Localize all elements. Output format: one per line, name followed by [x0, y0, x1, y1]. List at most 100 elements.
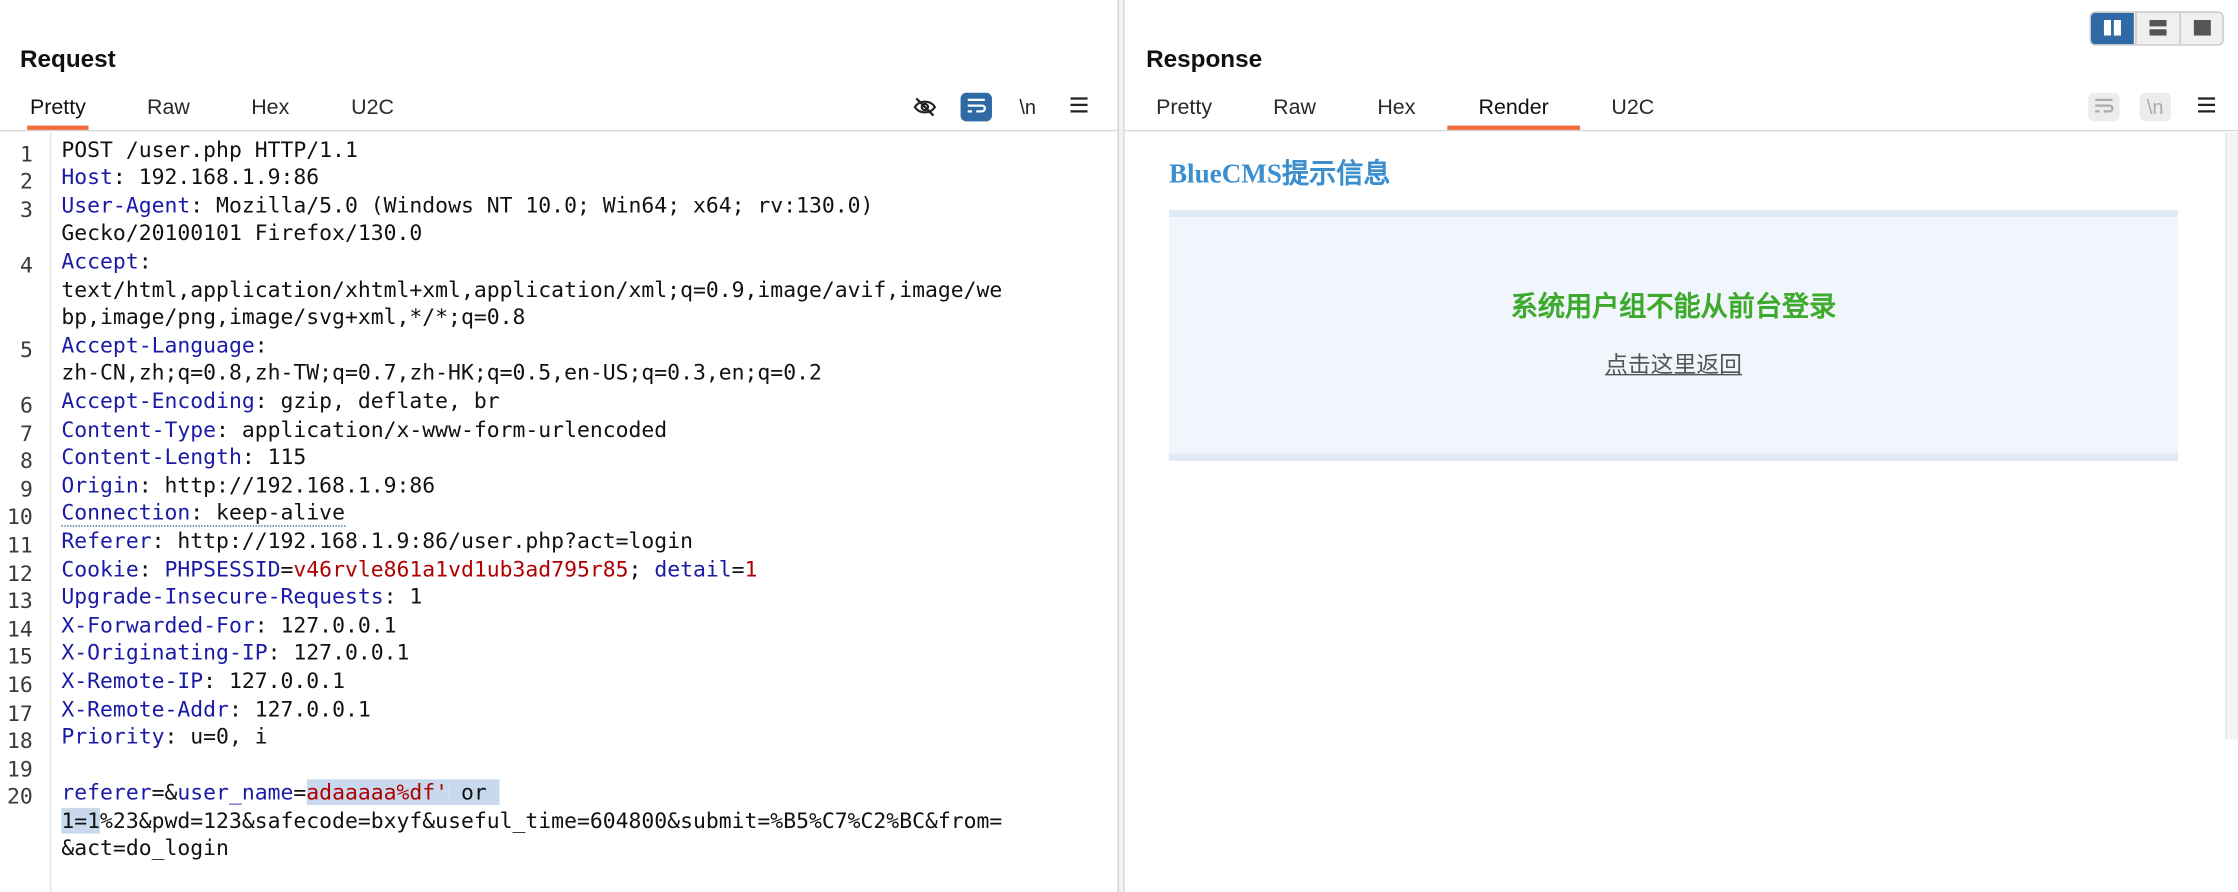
pane-divider[interactable] — [1117, 0, 1125, 892]
header-key: X-Remote-IP — [61, 667, 204, 694]
line-number: 4 — [19, 252, 33, 279]
header-value: : u=0, i — [164, 723, 268, 750]
request-line: Referer: http://192.168.1.9:86/user.php?… — [61, 528, 693, 556]
line-number: 11 — [7, 532, 33, 559]
header-key: Content-Length — [61, 443, 242, 470]
response-tab-hex[interactable]: Hex — [1374, 88, 1418, 129]
request-tabs: Pretty Raw Hex U2C \n — [0, 88, 1118, 132]
request-line: X-Remote-Addr: 127.0.0.1 — [61, 697, 370, 725]
header-key: Host — [61, 164, 113, 190]
cookie-eq: = — [731, 556, 745, 583]
header-key: Origin — [61, 472, 139, 499]
single-pane-icon[interactable] — [2179, 12, 2222, 45]
response-tab-pretty[interactable]: Pretty — [1153, 88, 1215, 129]
body-text: %23&pwd=123&safecode=bxyf&useful_time=60… — [100, 807, 1003, 834]
request-line-continuation: bp,image/png,image/svg+xml,*/*;q=0.8 — [61, 304, 526, 330]
cookie-value: v46rvle861a1vd1ub3ad795r85 — [293, 556, 629, 583]
header-key: Accept-Encoding — [61, 388, 255, 414]
request-line: Cookie: PHPSESSID=v46rvle861a1vd1ub3ad79… — [61, 557, 757, 585]
header-key: Content-Type — [61, 416, 217, 443]
cms-title: BlueCMS提示信息 — [1168, 159, 1391, 190]
request-line: Host: 192.168.1.9:86 — [61, 164, 319, 192]
request-pane: Request Pretty Raw Hex U2C \n 1 2 3 4 5 … — [0, 0, 1118, 892]
request-tab-hex[interactable]: Hex — [248, 88, 292, 129]
param-name: user_name — [177, 779, 294, 805]
request-line-text: POST /user.php HTTP/1.1 — [61, 137, 358, 163]
response-pane: Response Pretty Raw Hex Render U2C \n Bl… — [1124, 0, 2238, 892]
text-wrap-icon[interactable] — [2088, 92, 2120, 122]
line-number: 6 — [19, 392, 33, 419]
header-value: : gzip, deflate, br — [254, 388, 500, 414]
request-body-line: referer=&user_name=adaaaaa%df' or — [61, 779, 500, 807]
header-key: Accept — [61, 248, 139, 275]
request-line: X-Forwarded-For: 127.0.0.1 — [61, 612, 396, 640]
request-line-continuation: zh-CN,zh;q=0.8,zh-TW;q=0.7,zh-HK;q=0.5,e… — [61, 359, 822, 386]
request-tab-raw[interactable]: Raw — [144, 88, 193, 129]
line-number: 18 — [7, 727, 33, 754]
line-number: 9 — [19, 476, 33, 503]
response-tab-u2c[interactable]: U2C — [1609, 88, 1658, 129]
selected-payload: 1=1 — [61, 807, 101, 834]
selected-payload: adaaaaa%df' — [306, 779, 449, 805]
header-key: X-Originating-IP — [61, 639, 268, 666]
eye-off-icon[interactable] — [909, 93, 940, 122]
request-line: Content-Type: application/x-www-form-url… — [61, 417, 667, 445]
line-number: 19 — [7, 756, 33, 783]
response-title: Response — [1146, 45, 1263, 73]
cookie-value: 1 — [744, 556, 758, 583]
newline-icon[interactable]: \n — [1012, 93, 1043, 122]
line-number: 1 — [19, 141, 33, 167]
header-value: : 127.0.0.1 — [228, 696, 371, 723]
line-number-gutter: 1 2 3 4 5 6 7 8 9 10 11 12 13 14 15 16 1… — [0, 132, 52, 892]
header-key: Cookie — [61, 556, 139, 583]
header-key: Referer — [61, 528, 152, 554]
request-title: Request — [19, 45, 116, 73]
line-number: 12 — [7, 560, 33, 587]
request-line-continuation: text/html,application/xhtml+xml,applicat… — [61, 276, 1003, 303]
header-value: : 1 — [383, 583, 423, 610]
hamburger-menu-icon[interactable] — [1063, 93, 1094, 122]
header-value: : 115 — [241, 443, 307, 470]
line-number: 17 — [7, 700, 33, 727]
request-line: Content-Length: 115 — [61, 444, 306, 472]
cookie-eq: = — [280, 556, 294, 583]
newline-icon[interactable]: \n — [2139, 92, 2171, 122]
header-key: Accept-Language — [61, 332, 255, 359]
request-line: Priority: u=0, i — [61, 724, 267, 752]
line-number: 3 — [19, 196, 33, 223]
response-tab-render[interactable]: Render — [1447, 88, 1581, 130]
selected-payload: or — [448, 779, 500, 805]
param-eq: = — [293, 779, 307, 805]
request-line: Accept-Encoding: gzip, deflate, br — [61, 388, 499, 416]
rendered-response: BlueCMS提示信息 系统用户组不能从前台登录 点击这里返回 — [1125, 132, 2238, 892]
line-number: 20 — [7, 783, 33, 810]
error-message: 系统用户组不能从前台登录 — [1510, 292, 1837, 323]
line-number: 5 — [19, 336, 33, 363]
request-tab-pretty[interactable]: Pretty — [27, 88, 89, 130]
text-wrap-icon[interactable] — [960, 92, 992, 122]
header-value: : — [138, 248, 152, 275]
response-tab-raw[interactable]: Raw — [1270, 88, 1319, 129]
line-number: 7 — [19, 421, 33, 447]
header-connection-underlined: Connection: keep-alive — [61, 499, 345, 527]
request-line: Accept: — [61, 248, 151, 276]
cookie-sep: ; — [628, 556, 655, 583]
header-sep: : — [138, 556, 165, 583]
request-line: User-Agent: Mozilla/5.0 (Windows NT 10.0… — [61, 193, 873, 221]
header-value: : http://192.168.1.9:86/user.php?act=log… — [151, 528, 693, 554]
header-value: : 192.168.1.9:86 — [112, 164, 320, 190]
scrollbar[interactable] — [2225, 132, 2238, 740]
line-number: 13 — [7, 588, 33, 614]
back-link[interactable]: 点击这里返回 — [1605, 354, 1742, 378]
request-editor[interactable]: 1 2 3 4 5 6 7 8 9 10 11 12 13 14 15 16 1… — [0, 132, 1118, 892]
request-line-continuation: Gecko/20100101 Firefox/130.0 — [61, 219, 423, 246]
rows-icon[interactable] — [2135, 12, 2179, 45]
header-key: Priority — [61, 723, 165, 750]
hamburger-menu-icon[interactable] — [2191, 93, 2222, 122]
line-number: 2 — [19, 168, 33, 195]
header-value: : Mozilla/5.0 (Windows NT 10.0; Win64; x… — [190, 192, 874, 219]
header-value: : 127.0.0.1 — [254, 612, 397, 639]
request-line: Connection: keep-alive — [61, 499, 345, 528]
columns-icon[interactable] — [2090, 12, 2134, 45]
request-tab-u2c[interactable]: U2C — [348, 88, 397, 129]
